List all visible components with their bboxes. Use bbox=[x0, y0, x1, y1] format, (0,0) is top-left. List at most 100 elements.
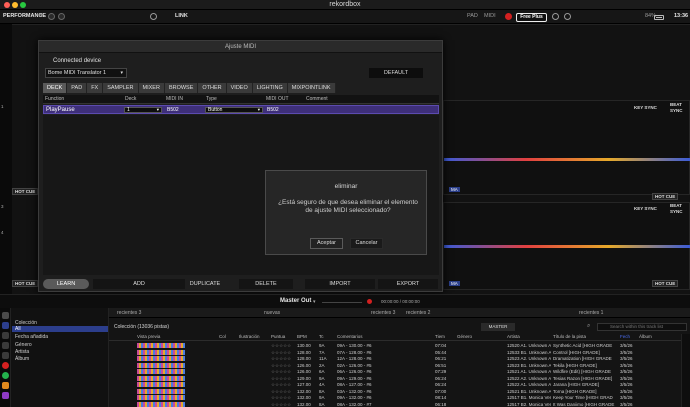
col-color[interactable]: Col bbox=[219, 334, 226, 339]
spotify-icon[interactable] bbox=[2, 372, 9, 379]
track-preview-waveform[interactable] bbox=[137, 382, 185, 387]
tab-video[interactable]: VIDEO bbox=[226, 83, 253, 93]
tab-lighting[interactable]: LIGHTING bbox=[252, 83, 288, 93]
col-comments[interactable]: Comentarios bbox=[337, 334, 363, 339]
col-time[interactable]: Tiem bbox=[435, 334, 445, 339]
track-preview-waveform[interactable] bbox=[137, 375, 185, 381]
track-preview-waveform[interactable] bbox=[137, 369, 185, 374]
record-icon[interactable] bbox=[505, 13, 512, 20]
col-preview[interactable]: Vista previa bbox=[137, 334, 160, 339]
hot-cue-button[interactable]: HOT CUE bbox=[652, 193, 679, 200]
tidal-icon[interactable] bbox=[2, 392, 9, 399]
row-deck-select[interactable]: 1 ▾ bbox=[124, 107, 162, 113]
col-album[interactable]: Álbum bbox=[639, 334, 652, 339]
tab-browse[interactable]: BROWSE bbox=[164, 83, 199, 93]
playlist-tab[interactable]: nuevas bbox=[264, 310, 280, 316]
master-level-slider[interactable] bbox=[322, 302, 362, 303]
track-preview-waveform[interactable] bbox=[137, 349, 185, 355]
tree-all[interactable]: All bbox=[12, 326, 108, 332]
pad-button[interactable]: PAD bbox=[467, 13, 478, 19]
track-preview-waveform[interactable] bbox=[137, 356, 185, 361]
midi-button[interactable]: MIDI bbox=[484, 13, 496, 19]
track-preview-waveform[interactable] bbox=[137, 362, 185, 368]
col-rating[interactable]: Puntua bbox=[271, 334, 285, 339]
beat-sync-button[interactable]: SYNC bbox=[670, 209, 683, 214]
history-icon[interactable] bbox=[2, 352, 9, 359]
row-type-select[interactable]: Button ▾ bbox=[205, 107, 263, 113]
col-title[interactable]: Título de la pista bbox=[553, 334, 586, 339]
rating-stars-icon[interactable]: ☆☆☆☆☆ bbox=[271, 401, 291, 407]
explorer-icon[interactable] bbox=[2, 332, 9, 339]
help-icon[interactable] bbox=[564, 13, 571, 20]
minimize-window-icon[interactable] bbox=[12, 2, 18, 8]
import-button[interactable]: IMPORT bbox=[305, 279, 375, 289]
tab-mixpointlink[interactable]: MIXPOINTLINK bbox=[287, 83, 336, 93]
col-artist[interactable]: Artista bbox=[507, 334, 520, 339]
mapping-row-selected[interactable]: PlayPause 1 ▾ B502 Button ▾ B502 bbox=[43, 105, 439, 114]
track-row[interactable]: ☆☆☆☆☆ 132.00 8A 08A - 132.00 - #7 06:18 12517… bbox=[109, 401, 681, 407]
tab-mixer[interactable]: MIXER bbox=[138, 83, 165, 93]
track-preview-waveform[interactable] bbox=[137, 401, 185, 407]
row-function[interactable]: PlayPause bbox=[46, 107, 75, 113]
track-preview-waveform[interactable] bbox=[137, 395, 185, 400]
col-function[interactable]: Function bbox=[45, 96, 64, 102]
search-input[interactable]: Search within this track list bbox=[597, 323, 687, 331]
key-sync-button[interactable]: KEY SYNC bbox=[634, 105, 657, 110]
close-window-icon[interactable] bbox=[4, 2, 10, 8]
tab-pad[interactable]: PAD bbox=[67, 83, 88, 93]
record-button-icon[interactable] bbox=[367, 299, 372, 304]
accept-button[interactable]: Aceptar bbox=[310, 238, 343, 249]
sync-manager-icon[interactable] bbox=[2, 342, 9, 349]
key-sync-button[interactable]: KEY SYNC bbox=[634, 206, 657, 211]
collection-icon[interactable] bbox=[2, 312, 9, 319]
col-comment[interactable]: Comment bbox=[306, 96, 328, 102]
zoom-window-icon[interactable] bbox=[20, 2, 26, 8]
link-status-icon[interactable] bbox=[150, 13, 157, 20]
chevron-down-icon[interactable]: ▾ bbox=[313, 299, 316, 305]
playlist-tab[interactable]: recientes 3 bbox=[371, 310, 395, 316]
settings-icon[interactable] bbox=[58, 13, 65, 20]
duplicate-button[interactable]: DUPLICATE bbox=[159, 279, 251, 289]
cancel-button[interactable]: Cancelar bbox=[350, 238, 383, 249]
col-deck[interactable]: Deck bbox=[125, 96, 136, 102]
hot-cue-button[interactable]: HOT CUE bbox=[12, 280, 39, 287]
link-button[interactable]: LINK bbox=[175, 13, 188, 19]
playlist-icon[interactable] bbox=[2, 322, 9, 329]
plan-badge[interactable]: Free Plus bbox=[516, 13, 547, 22]
default-button[interactable]: DEFAULT bbox=[369, 68, 423, 78]
soundcloud-icon[interactable] bbox=[2, 362, 9, 369]
deck-2-waveform[interactable] bbox=[444, 158, 690, 161]
layout-icon[interactable] bbox=[48, 13, 55, 20]
track-list-scrollbar[interactable] bbox=[681, 334, 690, 407]
playlist-tab[interactable]: recientes 2 bbox=[406, 310, 430, 316]
col-midi-in[interactable]: MIDI IN bbox=[166, 96, 183, 102]
tree-album[interactable]: Álbum bbox=[15, 356, 29, 362]
deck-4-waveform[interactable] bbox=[444, 245, 690, 248]
col-artwork[interactable]: Ilustración bbox=[239, 334, 260, 339]
tree-genre[interactable]: Género bbox=[15, 342, 32, 348]
playlist-tab[interactable]: recientes 3 bbox=[117, 310, 141, 316]
hot-cue-button[interactable]: HOT CUE bbox=[652, 280, 679, 287]
export-button[interactable]: EXPORT bbox=[378, 279, 438, 289]
delete-button[interactable]: DELETE bbox=[239, 279, 293, 289]
beat-sync-button[interactable]: SYNC bbox=[670, 108, 683, 113]
beatport-icon[interactable] bbox=[2, 382, 9, 389]
col-genre[interactable]: Género bbox=[457, 334, 472, 339]
learn-button[interactable]: LEARN bbox=[43, 279, 89, 289]
col-date[interactable]: Fech bbox=[620, 334, 630, 339]
master-filter[interactable]: MASTER bbox=[481, 323, 515, 331]
hot-cue-button[interactable]: HOT CUE bbox=[12, 188, 39, 195]
track-preview-waveform[interactable] bbox=[137, 343, 185, 348]
tree-date-added[interactable]: Fecha añadida bbox=[15, 334, 48, 340]
tab-fx[interactable]: FX bbox=[87, 83, 104, 93]
tree-artist[interactable]: Artista bbox=[15, 349, 29, 355]
col-type[interactable]: Type bbox=[206, 96, 217, 102]
tab-deck[interactable]: DECK bbox=[43, 83, 68, 93]
user-icon[interactable] bbox=[552, 13, 559, 20]
playlist-tab[interactable]: recientes 1 bbox=[579, 310, 603, 316]
col-midi-out[interactable]: MIDI OUT bbox=[266, 96, 289, 102]
device-select[interactable]: Bome MIDI Translator 1 ▾ bbox=[45, 68, 127, 78]
row-midi-in[interactable]: B502 bbox=[167, 107, 179, 113]
col-key[interactable]: Tc bbox=[319, 334, 324, 339]
row-midi-out[interactable]: B502 bbox=[267, 107, 279, 113]
